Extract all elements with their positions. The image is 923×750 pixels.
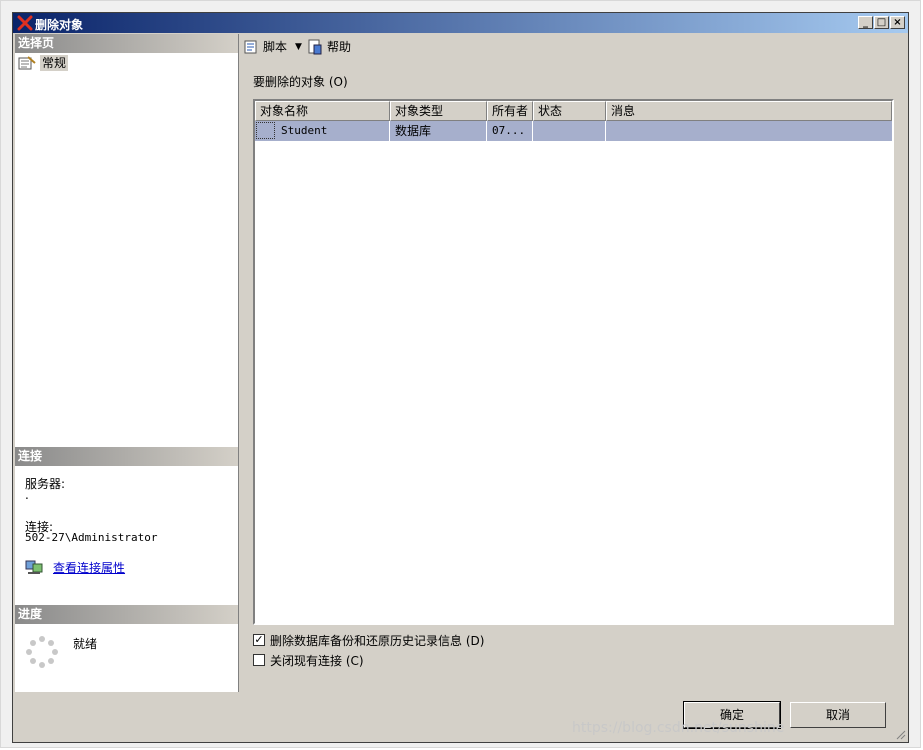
cell-owner: 07... (487, 121, 533, 141)
delete-history-label[interactable]: 删除数据库备份和还原历史记录信息 (D) (270, 632, 484, 649)
title-bar[interactable]: 删除对象 _ □ × (13, 13, 908, 33)
delete-history-checkbox[interactable]: ✓ (253, 634, 265, 646)
script-icon (244, 40, 257, 54)
screenshot-frame: 删除对象 _ □ × 选择页 常规 连接 服务器: . 连接: 502-27\A… (0, 0, 921, 748)
delete-icon (17, 15, 33, 31)
column-header-name[interactable]: 对象名称 (255, 101, 390, 121)
cell-message (606, 121, 892, 141)
object-name: Student (281, 124, 328, 137)
column-header-message[interactable]: 消息 (606, 101, 892, 121)
connection-header: 连接 (15, 447, 238, 466)
cell-name: Student (255, 121, 390, 141)
nav-item-label: 常规 (40, 55, 69, 71)
close-connections-checkbox[interactable] (253, 654, 265, 666)
table-header: 对象名称 对象类型 所有者 状态 消息 (255, 101, 892, 121)
view-connection-properties-link[interactable]: 查看连接属性 (53, 559, 125, 576)
left-panel: 选择页 常规 连接 服务器: . 连接: 502-27\Administrato… (15, 34, 239, 692)
window-title: 删除对象 (35, 18, 84, 32)
resize-grip-icon[interactable] (894, 728, 906, 740)
progress-status: 就绪 (73, 637, 98, 651)
objects-table: 对象名称 对象类型 所有者 状态 消息 Student 数据库 07... (253, 99, 894, 625)
progress-spinner-icon (26, 636, 58, 668)
connection-value: 502-27\Administrator (25, 531, 158, 544)
close-button[interactable]: × (890, 16, 905, 29)
watermark: https://blog.csdn.net/sunshine (572, 720, 785, 736)
help-icon (308, 39, 322, 55)
connection-properties-icon (25, 560, 43, 574)
page-properties-icon (18, 56, 36, 70)
chevron-down-icon[interactable]: ▼ (295, 38, 302, 56)
row-selector[interactable] (256, 122, 275, 139)
table-row[interactable]: Student 数据库 07... (255, 121, 892, 141)
column-header-status[interactable]: 状态 (533, 101, 606, 121)
toolbar: 脚本 ▼ 帮助 (239, 35, 908, 59)
objects-to-delete-label: 要删除的对象 (O) (253, 75, 348, 89)
server-label: 服务器: (25, 477, 66, 491)
cell-status (533, 121, 606, 141)
minimize-button[interactable]: _ (858, 16, 873, 29)
maximize-button[interactable]: □ (874, 16, 889, 29)
column-header-owner[interactable]: 所有者 (487, 101, 533, 121)
progress-header: 进度 (15, 605, 238, 624)
select-page-header: 选择页 (15, 34, 238, 53)
help-label: 帮助 (327, 40, 352, 54)
cell-type: 数据库 (390, 121, 487, 141)
script-label: 脚本 (263, 40, 288, 54)
column-header-type[interactable]: 对象类型 (390, 101, 487, 121)
delete-object-dialog: 删除对象 _ □ × 选择页 常规 连接 服务器: . 连接: 502-27\A… (12, 12, 909, 743)
close-connections-label[interactable]: 关闭现有连接 (C) (270, 652, 364, 669)
cancel-button[interactable]: 取消 (790, 702, 886, 728)
server-value: . (25, 488, 29, 502)
